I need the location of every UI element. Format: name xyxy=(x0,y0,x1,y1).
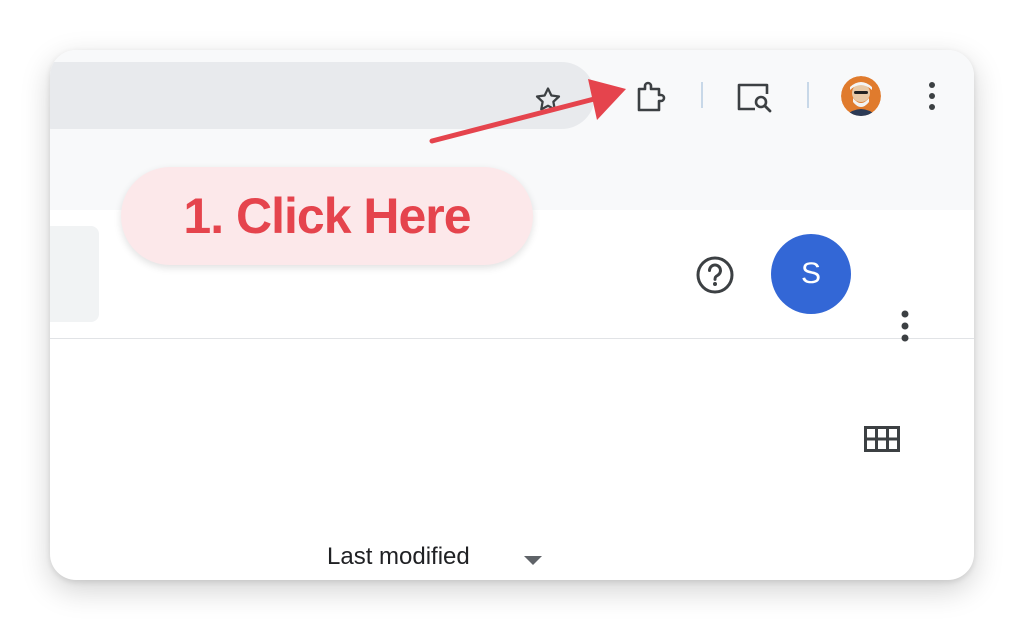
annotation-arrow xyxy=(429,79,626,144)
annotation-text: 1. Click Here xyxy=(183,188,471,244)
annotation-callout: 1. Click Here xyxy=(121,167,533,265)
